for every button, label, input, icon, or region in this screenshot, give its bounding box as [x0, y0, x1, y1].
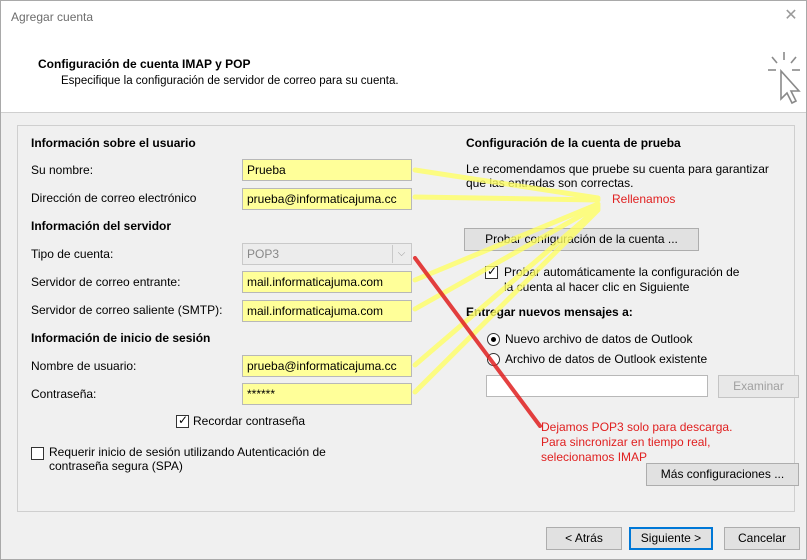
password-label: Contraseña: — [31, 387, 97, 401]
remember-password-label: Recordar contraseña — [193, 414, 306, 428]
username-label: Nombre de usuario: — [31, 359, 137, 373]
annotation-pop3-line-3: selecionamos IMAP — [541, 450, 648, 464]
login-info-heading: Información de inicio de sesión — [31, 331, 211, 345]
new-data-file-radio[interactable] — [487, 333, 500, 346]
data-file-path-input[interactable] — [486, 375, 708, 397]
page-header: Configuración de cuenta IMAP y POP Espec… — [1, 37, 806, 113]
browse-button[interactable]: Examinar — [718, 375, 799, 398]
incoming-server-input[interactable]: mail.informaticajuma.com — [242, 271, 412, 293]
next-button[interactable]: Siguiente > — [629, 527, 713, 550]
email-label: Dirección de correo electrónico — [31, 191, 197, 205]
account-type-label: Tipo de cuenta: — [31, 247, 114, 261]
name-label: Su nombre: — [31, 163, 94, 177]
existing-data-file-label: Archivo de datos de Outlook existente — [505, 352, 708, 366]
remember-password-checkbox[interactable] — [176, 413, 189, 428]
server-info-heading: Información del servidor — [31, 219, 172, 233]
more-settings-button[interactable]: Más configuraciones ... — [646, 463, 799, 486]
outgoing-server-input[interactable]: mail.informaticajuma.com — [242, 300, 412, 322]
test-settings-heading: Configuración de la cuenta de prueba — [466, 136, 681, 150]
chevron-down-icon: ⌵ — [392, 245, 410, 263]
username-input[interactable]: prueba@informaticajuma.cc — [242, 355, 412, 377]
incoming-server-label: Servidor de correo entrante: — [31, 275, 181, 289]
test-description-line-1: Le recomendamos que pruebe su cuenta par… — [466, 162, 769, 176]
test-description-line-2: que las entradas son correctas. — [466, 176, 634, 190]
page-subtitle: Especifique la configuración de servidor… — [61, 75, 399, 87]
close-icon[interactable]: ✕ — [782, 7, 800, 25]
existing-data-file-radio[interactable] — [487, 353, 500, 366]
name-input[interactable]: Prueba — [242, 159, 412, 181]
spa-label-line-1: Requerir inicio de sesión utilizando Aut… — [49, 445, 326, 459]
spa-label-line-2: contraseña segura (SPA) — [49, 459, 183, 473]
account-type-value: POP3 — [247, 247, 280, 261]
auto-test-label-line-2: la cuenta al hacer clic en Siguiente — [504, 280, 690, 294]
user-info-heading: Información sobre el usuario — [31, 136, 196, 150]
auto-test-label-line-1: Probar automáticamente la configuración … — [504, 265, 740, 279]
test-account-button[interactable]: Probar configuración de la cuenta ... — [464, 228, 699, 251]
new-data-file-label: Nuevo archivo de datos de Outlook — [505, 332, 693, 346]
outgoing-server-label: Servidor de correo saliente (SMTP): — [31, 303, 223, 317]
cancel-button[interactable]: Cancelar — [724, 527, 800, 550]
add-account-dialog: Agregar cuenta ✕ Configuración de cuenta… — [0, 0, 807, 560]
title-bar: Agregar cuenta ✕ — [1, 1, 806, 37]
account-type-select[interactable]: POP3 ⌵ — [242, 243, 412, 265]
email-input[interactable]: prueba@informaticajuma.cc — [242, 188, 412, 210]
annotation-pop3-line-2: Para sincronizar en tiempo real, — [541, 435, 711, 449]
window-title: Agregar cuenta — [11, 10, 94, 24]
password-input[interactable]: ****** — [242, 383, 412, 405]
deliver-messages-heading: Entregar nuevos mensajes a: — [466, 305, 633, 319]
auto-test-checkbox[interactable] — [485, 264, 498, 279]
annotation-pop3-line-1: Dejamos POP3 solo para descarga. — [541, 420, 733, 434]
page-title: Configuración de cuenta IMAP y POP — [38, 57, 251, 71]
annotation-filled: Rellenamos — [612, 192, 676, 206]
spa-checkbox[interactable] — [31, 447, 44, 460]
wizard-cursor-icon — [768, 52, 801, 105]
back-button[interactable]: < Atrás — [546, 527, 622, 550]
